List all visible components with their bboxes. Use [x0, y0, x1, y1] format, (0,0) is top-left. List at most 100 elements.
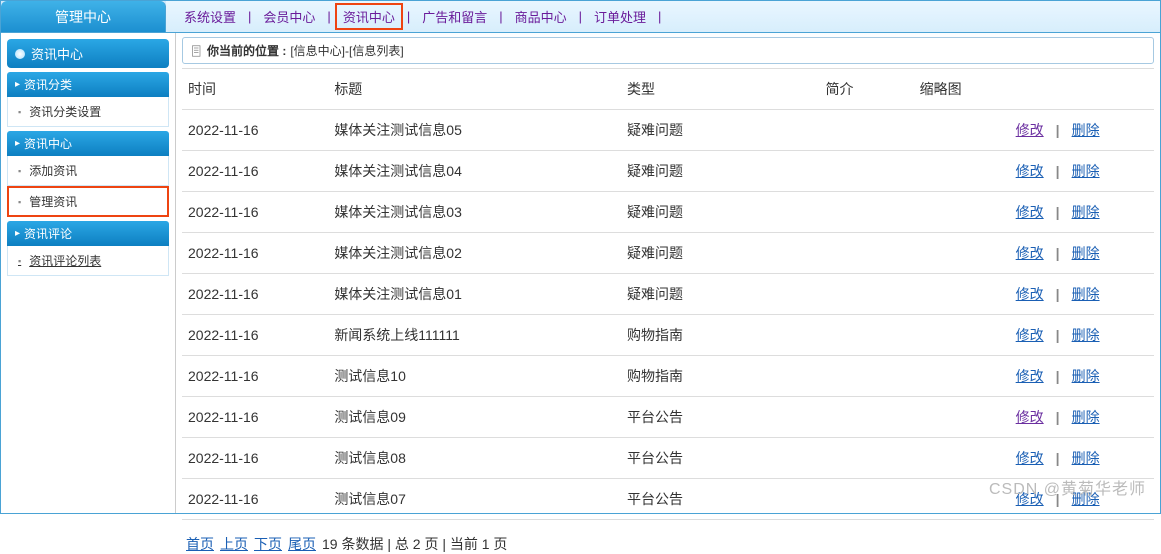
sidebar-item[interactable]: 添加资讯	[7, 156, 169, 186]
delete-link[interactable]: 删除	[1070, 286, 1102, 302]
action-sep: |	[1046, 286, 1070, 302]
edit-link[interactable]: 修改	[1014, 204, 1046, 220]
top-tab-sep: |	[654, 9, 665, 24]
top-tab-4[interactable]: 商品中心	[507, 7, 575, 26]
top-tab-1[interactable]: 会员中心	[255, 7, 323, 26]
table-row: 2022-11-16测试信息08平台公告修改|删除	[182, 438, 1154, 479]
delete-link[interactable]: 删除	[1070, 491, 1102, 507]
cell: 疑难问题	[621, 110, 820, 151]
cell: 2022-11-16	[182, 315, 328, 356]
action-sep: |	[1046, 450, 1070, 466]
cell	[914, 110, 1008, 151]
sidebar-title: 资讯中心	[31, 44, 83, 63]
cell: 2022-11-16	[182, 192, 328, 233]
edit-link[interactable]: 修改	[1014, 286, 1046, 302]
delete-link[interactable]: 删除	[1070, 163, 1102, 179]
sidebar-item[interactable]: 资讯评论列表	[7, 246, 169, 276]
cell: 媒体关注测试信息02	[328, 233, 621, 274]
delete-link[interactable]: 删除	[1070, 245, 1102, 261]
pager-next[interactable]: 下页	[254, 534, 282, 554]
brand-title[interactable]: 管理中心	[1, 1, 166, 32]
column-header: 类型	[621, 69, 820, 110]
cell: 疑难问题	[621, 233, 820, 274]
cell	[820, 110, 914, 151]
edit-link[interactable]: 修改	[1014, 450, 1046, 466]
column-header: 简介	[820, 69, 914, 110]
top-tab-2[interactable]: 资讯中心	[335, 3, 403, 30]
sidebar-item[interactable]: 资讯分类设置	[7, 97, 169, 127]
delete-link[interactable]: 删除	[1070, 204, 1102, 220]
cell: 媒体关注测试信息01	[328, 274, 621, 315]
cell	[820, 479, 914, 520]
edit-link[interactable]: 修改	[1014, 368, 1046, 384]
top-tabs: 系统设置|会员中心|资讯中心|广告和留言|商品中心|订单处理|	[166, 1, 1160, 32]
pager-prev[interactable]: 上页	[220, 534, 248, 554]
cell-actions: 修改|删除	[1008, 356, 1154, 397]
action-sep: |	[1046, 327, 1070, 343]
cell: 疑难问题	[621, 151, 820, 192]
cell: 媒体关注测试信息05	[328, 110, 621, 151]
cell	[914, 151, 1008, 192]
cell	[914, 397, 1008, 438]
top-tab-sep: |	[495, 9, 506, 24]
action-sep: |	[1046, 245, 1070, 261]
action-sep: |	[1046, 491, 1070, 507]
top-tab-sep: |	[575, 9, 586, 24]
edit-link[interactable]: 修改	[1014, 163, 1046, 179]
top-tab-sep: |	[244, 9, 255, 24]
table-row: 2022-11-16媒体关注测试信息04疑难问题修改|删除	[182, 151, 1154, 192]
cell-actions: 修改|删除	[1008, 233, 1154, 274]
top-tab-sep: |	[323, 9, 334, 24]
sidebar-group-title: 资讯中心	[7, 131, 169, 156]
action-sep: |	[1046, 204, 1070, 220]
column-header	[1008, 69, 1154, 110]
cell: 平台公告	[621, 397, 820, 438]
cell	[914, 438, 1008, 479]
cell: 2022-11-16	[182, 438, 328, 479]
delete-link[interactable]: 删除	[1070, 450, 1102, 466]
cell: 购物指南	[621, 315, 820, 356]
cell-actions: 修改|删除	[1008, 315, 1154, 356]
edit-link[interactable]: 修改	[1014, 409, 1046, 425]
sidebar-header: 资讯中心	[7, 39, 169, 68]
cell	[820, 274, 914, 315]
edit-link[interactable]: 修改	[1014, 122, 1046, 138]
edit-link[interactable]: 修改	[1014, 327, 1046, 343]
pager-first[interactable]: 首页	[186, 534, 214, 554]
table-row: 2022-11-16媒体关注测试信息01疑难问题修改|删除	[182, 274, 1154, 315]
cell	[820, 356, 914, 397]
main-panel: 你当前的位置 : [信息中心]-[信息列表] 时间标题类型简介缩略图 2022-…	[176, 33, 1160, 513]
breadcrumb: 你当前的位置 : [信息中心]-[信息列表]	[182, 37, 1154, 64]
cell	[820, 397, 914, 438]
cell	[914, 192, 1008, 233]
pager-last[interactable]: 尾页	[288, 534, 316, 554]
column-header: 标题	[328, 69, 621, 110]
edit-link[interactable]: 修改	[1014, 491, 1046, 507]
sidebar-group-title: 资讯分类	[7, 72, 169, 97]
cell-actions: 修改|删除	[1008, 110, 1154, 151]
cell	[914, 356, 1008, 397]
cell-actions: 修改|删除	[1008, 151, 1154, 192]
pager-summary: 19 条数据 | 总 2 页 | 当前 1 页	[322, 534, 507, 554]
delete-link[interactable]: 删除	[1070, 122, 1102, 138]
cell: 2022-11-16	[182, 151, 328, 192]
cell-actions: 修改|删除	[1008, 192, 1154, 233]
page-icon	[191, 45, 203, 57]
cell	[820, 438, 914, 479]
edit-link[interactable]: 修改	[1014, 245, 1046, 261]
cell: 新闻系统上线111111	[328, 315, 621, 356]
delete-link[interactable]: 删除	[1070, 368, 1102, 384]
cell: 2022-11-16	[182, 233, 328, 274]
table-row: 2022-11-16媒体关注测试信息03疑难问题修改|删除	[182, 192, 1154, 233]
sidebar-item[interactable]: 管理资讯	[7, 186, 169, 217]
cell: 2022-11-16	[182, 356, 328, 397]
top-tab-3[interactable]: 广告和留言	[414, 7, 495, 26]
top-tab-0[interactable]: 系统设置	[176, 7, 244, 26]
delete-link[interactable]: 删除	[1070, 409, 1102, 425]
table-row: 2022-11-16测试信息10购物指南修改|删除	[182, 356, 1154, 397]
top-tab-5[interactable]: 订单处理	[586, 7, 654, 26]
delete-link[interactable]: 删除	[1070, 327, 1102, 343]
cell: 媒体关注测试信息03	[328, 192, 621, 233]
top-bar: 管理中心 系统设置|会员中心|资讯中心|广告和留言|商品中心|订单处理|	[1, 1, 1160, 33]
cell	[820, 151, 914, 192]
